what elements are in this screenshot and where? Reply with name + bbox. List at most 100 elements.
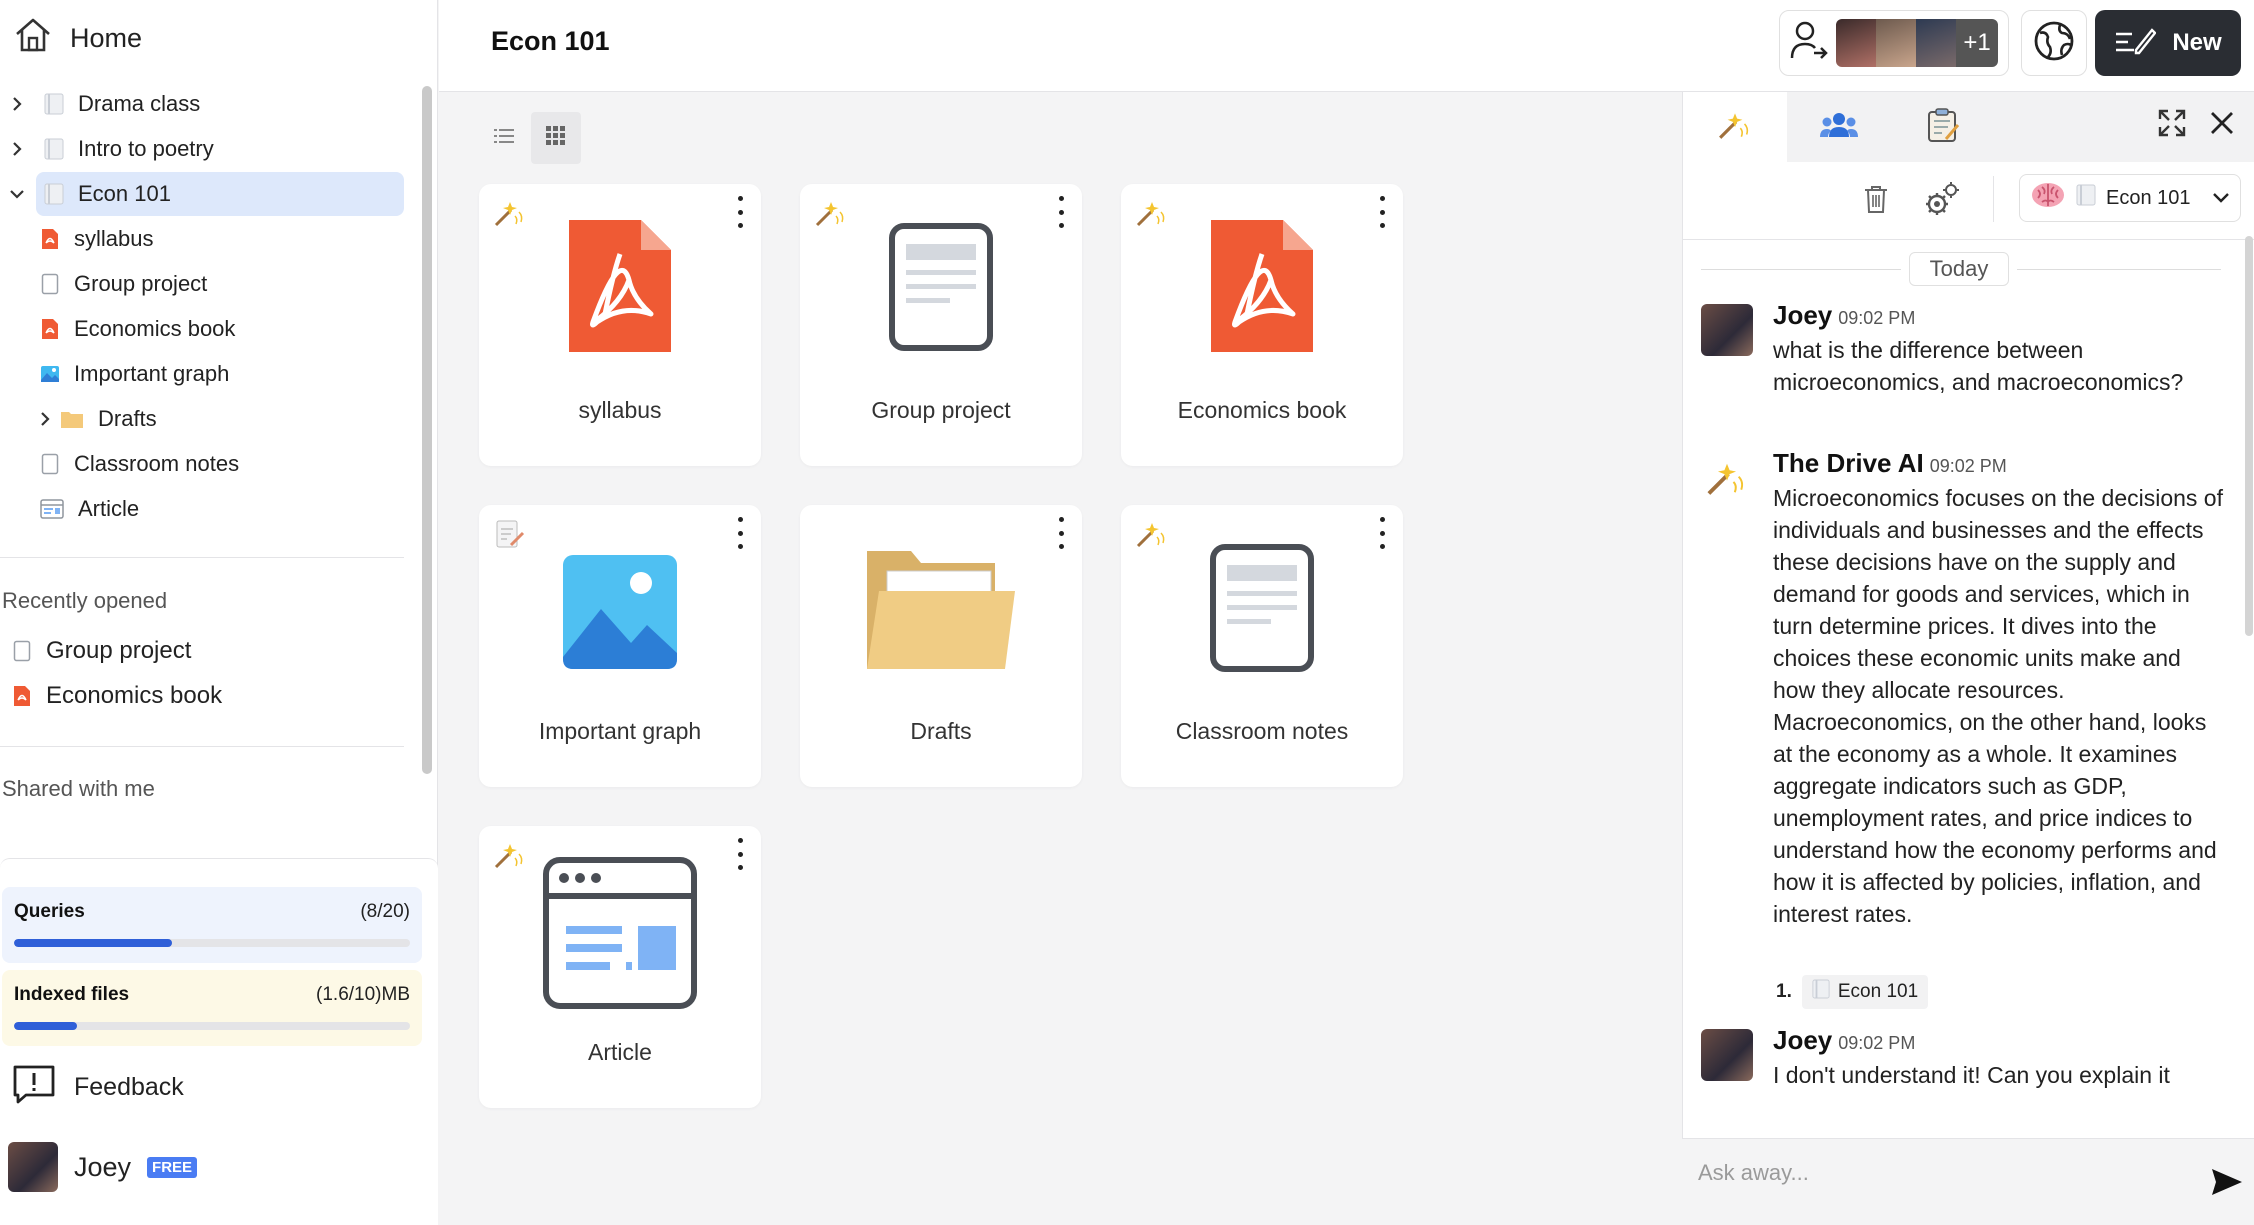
notebook-icon — [2076, 184, 2096, 212]
home-label: Home — [70, 22, 143, 53]
chevron-down-icon[interactable] — [0, 188, 34, 200]
file-card-group-project[interactable]: Group project — [800, 184, 1082, 466]
magic-wand-icon — [493, 198, 527, 233]
file-card-syllabus[interactable]: syllabus — [479, 184, 761, 466]
settings-gears-icon[interactable] — [1923, 180, 1961, 223]
sidebar-item-classroom-notes[interactable]: Classroom notes — [40, 442, 239, 486]
file-card-economics-book[interactable]: Economics book — [1121, 184, 1403, 466]
sidebar-item-label: Intro to poetry — [78, 136, 214, 161]
shared-with-me-title: Shared with me — [2, 776, 155, 801]
sidebar-item-economics-book[interactable]: Economics book — [40, 307, 235, 351]
magic-wand-icon — [493, 840, 527, 875]
sidebar-scrollbar[interactable] — [422, 86, 432, 774]
feedback-icon — [12, 1064, 56, 1111]
send-icon[interactable] — [2210, 1167, 2244, 1202]
file-card-classroom-notes[interactable]: Classroom notes — [1121, 505, 1403, 787]
sidebar-item-label: syllabus — [74, 226, 154, 251]
web-article-icon — [542, 856, 698, 1015]
queries-count: (8/20) — [360, 901, 410, 922]
chevron-right-icon[interactable] — [30, 411, 60, 427]
sidebar-item-drafts[interactable]: Drafts — [30, 397, 157, 441]
share-collaborators-button[interactable]: +1 — [1779, 10, 2009, 76]
add-user-icon — [1790, 20, 1828, 67]
pdf-icon — [12, 685, 32, 707]
file-card-important-graph[interactable]: Important graph — [479, 505, 761, 787]
brain-icon — [2030, 180, 2066, 216]
file-card-label: Important graph — [538, 718, 702, 744]
feedback-button[interactable]: Feedback — [12, 1064, 184, 1111]
chat-scrollbar[interactable] — [2245, 236, 2253, 636]
more-options-icon[interactable] — [1375, 196, 1389, 228]
file-card-drafts[interactable]: Drafts — [800, 505, 1082, 787]
web-article-icon — [40, 498, 64, 520]
more-options-icon[interactable] — [733, 196, 747, 228]
recent-item-group-project[interactable]: Group project — [12, 629, 191, 673]
knowledge-scope-select[interactable]: Econ 101 — [2019, 174, 2241, 222]
more-options-icon[interactable] — [733, 838, 747, 870]
chat-input[interactable] — [1698, 1151, 2178, 1195]
grid-icon — [546, 125, 566, 151]
pdf-icon — [567, 218, 673, 359]
sidebar-item-group-project[interactable]: Group project — [40, 262, 207, 306]
author-name: The Drive AI — [1773, 448, 1924, 478]
globe-icon — [2032, 19, 2076, 68]
sidebar-item-intro-to-poetry[interactable]: Intro to poetry — [0, 127, 404, 171]
avatar — [1916, 19, 1956, 67]
image-icon — [40, 363, 60, 385]
queries-label: Queries — [14, 901, 85, 922]
home-icon — [14, 17, 52, 60]
tab-notes[interactable] — [1891, 92, 1995, 162]
more-options-icon[interactable] — [733, 517, 747, 549]
close-icon[interactable] — [2209, 110, 2235, 141]
sidebar-item-article[interactable]: Article — [40, 487, 139, 531]
new-button[interactable]: New — [2095, 10, 2241, 76]
home-link[interactable]: Home — [14, 16, 142, 60]
queries-progress-fill — [14, 939, 173, 947]
more-options-icon[interactable] — [1054, 196, 1068, 228]
divider — [2017, 269, 2221, 270]
expand-icon[interactable] — [2157, 108, 2187, 143]
list-view-button[interactable] — [479, 112, 529, 164]
extra-collaborators-count: +1 — [1956, 19, 1998, 67]
message-author: Joey 09:02 PM — [1773, 1025, 1915, 1056]
file-card-label: Classroom notes — [1175, 718, 1349, 744]
collaborator-avatars: +1 — [1836, 19, 1998, 67]
source-reference[interactable]: 1. Econ 101 — [1776, 975, 1929, 1009]
sidebar-item-label: Drama class — [78, 91, 201, 116]
sidebar-item-syllabus[interactable]: syllabus — [40, 217, 153, 261]
chevron-right-icon[interactable] — [0, 96, 34, 112]
magic-wand-icon — [1701, 452, 1753, 504]
tab-team[interactable] — [1787, 92, 1891, 162]
sidebar: Home Drama class Intro to poetry Econ 10… — [0, 0, 438, 1225]
message-time: 09:02 PM — [1929, 456, 2007, 476]
message-time: 09:02 PM — [1838, 308, 1916, 328]
divider — [1993, 176, 1994, 222]
pdf-icon — [40, 228, 60, 250]
plan-badge: FREE — [147, 1156, 198, 1178]
sidebar-item-label: Group project — [74, 271, 208, 296]
publish-globe-button[interactable] — [2021, 10, 2087, 76]
chevron-right-icon[interactable] — [0, 141, 34, 157]
recent-item-label: Group project — [46, 637, 192, 664]
more-options-icon[interactable] — [1054, 517, 1068, 549]
sidebar-tree-panel: Home Drama class Intro to poetry Econ 10… — [0, 0, 438, 843]
source-chip[interactable]: Econ 101 — [1801, 975, 1929, 1009]
avatar — [1836, 19, 1876, 67]
tab-ai-chat[interactable] — [1683, 92, 1787, 162]
sidebar-item-drama-class[interactable]: Drama class — [0, 82, 404, 126]
notebook-icon — [44, 183, 64, 205]
date-divider-label: Today — [1909, 252, 2009, 286]
trash-icon[interactable] — [1863, 184, 1889, 219]
sidebar-item-label: Drafts — [98, 406, 157, 431]
clipboard-icon — [1926, 107, 1960, 148]
grid-view-button[interactable] — [531, 112, 581, 164]
more-options-icon[interactable] — [1375, 517, 1389, 549]
file-card-article[interactable]: Article — [479, 826, 761, 1108]
recent-item-economics-book[interactable]: Economics book — [12, 674, 222, 718]
feedback-label: Feedback — [74, 1073, 184, 1101]
indexed-files-progress-fill — [14, 1022, 78, 1030]
user-profile[interactable]: Joey FREE — [8, 1142, 198, 1192]
source-label: Econ 101 — [1837, 981, 1919, 1002]
sidebar-item-important-graph[interactable]: Important graph — [40, 352, 229, 396]
sidebar-item-econ-101[interactable]: Econ 101 — [0, 172, 404, 216]
